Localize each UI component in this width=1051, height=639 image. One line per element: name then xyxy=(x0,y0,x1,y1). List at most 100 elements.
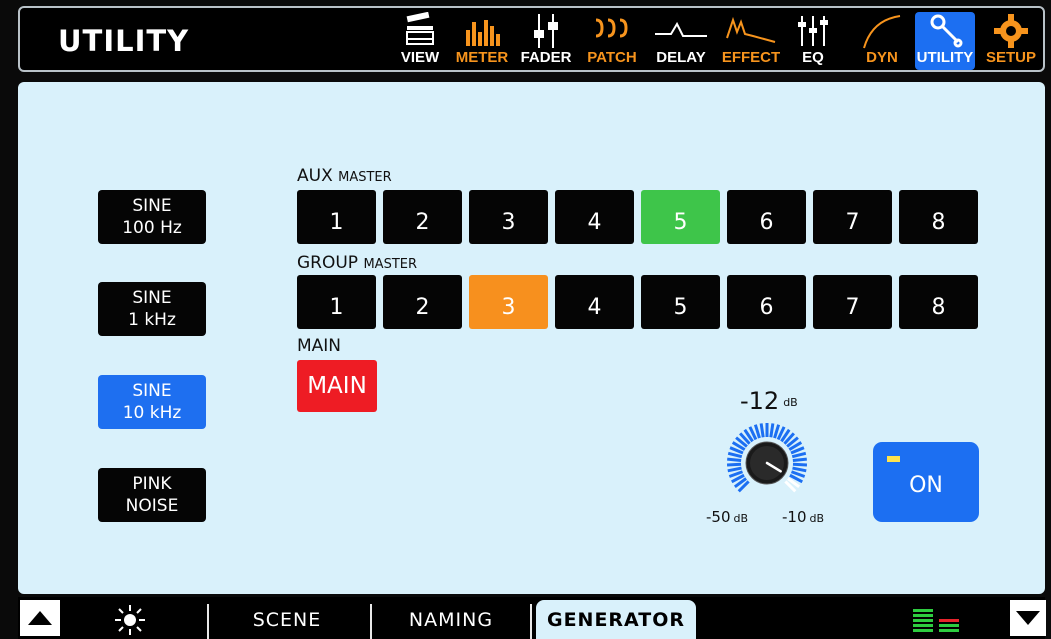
tab-separator xyxy=(370,604,372,639)
nav-eq-label: EQ xyxy=(802,49,824,66)
group-master-label: GROUP MASTER xyxy=(297,253,417,273)
setup-gear-icon xyxy=(994,14,1028,48)
scroll-up-button[interactable] xyxy=(20,600,60,636)
knob-max-value: -10 xyxy=(782,508,807,526)
nav-meter-button[interactable]: METER xyxy=(452,12,512,70)
main-section-label: MAIN xyxy=(297,336,342,356)
level-meter-button[interactable] xyxy=(900,600,970,639)
nav-utility-label: UTILITY xyxy=(916,49,974,66)
knob-min-label: -50 dB xyxy=(706,508,748,526)
aux-bus-4-button[interactable]: 4 xyxy=(555,190,634,244)
tab-naming[interactable]: NAMING xyxy=(376,600,526,639)
aux-bus-5-button[interactable]: 5 xyxy=(641,190,720,244)
nav-delay-button[interactable]: DELAY xyxy=(649,12,713,70)
nav-fader-label: FADER xyxy=(520,49,572,66)
knob-tick xyxy=(792,462,808,467)
sun-icon xyxy=(115,604,145,635)
page-title: UTILITY xyxy=(58,24,190,58)
source-label-line1: PINK xyxy=(132,474,172,494)
nav-delay-label: DELAY xyxy=(656,49,706,66)
aux-sublabel: MASTER xyxy=(338,170,392,185)
knob-tick xyxy=(759,423,765,438)
aux-bus-8-button[interactable]: 8 xyxy=(899,190,978,244)
pink-noise-button[interactable]: PINK NOISE xyxy=(98,468,206,522)
level-knob[interactable] xyxy=(722,418,812,508)
source-label-line2: 100 Hz xyxy=(122,218,182,238)
group-bus-4-button[interactable]: 4 xyxy=(555,275,634,329)
nav-view-label: VIEW xyxy=(400,49,440,66)
main-button[interactable]: MAIN xyxy=(297,360,377,412)
aux-bus-3-button[interactable]: 3 xyxy=(469,190,548,244)
knob-max-label: -10 dB xyxy=(782,508,824,526)
scroll-down-button[interactable] xyxy=(1010,600,1046,636)
nav-view-button[interactable]: VIEW xyxy=(394,12,446,70)
knob-tick xyxy=(791,451,807,459)
eq-icon xyxy=(798,16,828,46)
brightness-button[interactable] xyxy=(95,600,165,639)
source-label-line2: NOISE xyxy=(125,496,179,516)
top-nav-bar: UTILITY VIEW METER FADER PATCH DELAY EFF… xyxy=(18,6,1045,72)
nav-effect-button[interactable]: EFFECT xyxy=(717,12,785,70)
group-bus-2-button[interactable]: 2 xyxy=(383,275,462,329)
nav-setup-button[interactable]: SETUP xyxy=(980,12,1042,70)
tab-separator xyxy=(207,604,209,639)
source-label-line2: 10 kHz xyxy=(122,403,182,423)
knob-tick xyxy=(726,462,742,467)
view-icon xyxy=(406,12,434,45)
level-readout: -12 dB xyxy=(740,387,798,415)
aux-bus-6-button[interactable]: 6 xyxy=(727,190,806,244)
triangle-down-icon xyxy=(1016,611,1040,625)
bus-number: 8 xyxy=(931,210,946,235)
bus-number: 5 xyxy=(673,210,688,235)
generator-panel: SINE 100 Hz SINE 1 kHz SINE 10 kHz PINK … xyxy=(18,82,1045,594)
dyn-icon xyxy=(863,15,901,49)
group-bus-6-button[interactable]: 6 xyxy=(727,275,806,329)
nav-patch-button[interactable]: PATCH xyxy=(581,12,643,70)
knob-tick xyxy=(727,457,742,462)
sine-10khz-button[interactable]: SINE 10 kHz xyxy=(98,375,206,429)
tab-scene[interactable]: SCENE xyxy=(212,600,362,639)
knob-tick xyxy=(773,424,781,439)
nav-dyn-button[interactable]: DYN xyxy=(856,12,908,70)
bus-number: 7 xyxy=(845,210,860,235)
nav-utility-button[interactable]: UTILITY xyxy=(915,12,975,70)
aux-bus-1-button[interactable]: 1 xyxy=(297,190,376,244)
bus-number: 6 xyxy=(759,210,774,235)
nav-meter-label: METER xyxy=(455,49,509,66)
knob-min-unit: dB xyxy=(733,512,749,525)
group-bus-5-button[interactable]: 5 xyxy=(641,275,720,329)
bus-number: 8 xyxy=(931,295,946,320)
aux-bus-7-button[interactable]: 7 xyxy=(813,190,892,244)
group-bus-7-button[interactable]: 7 xyxy=(813,275,892,329)
aux-bus-2-button[interactable]: 2 xyxy=(383,190,462,244)
group-label: GROUP xyxy=(297,253,359,273)
tab-generator[interactable]: GENERATOR xyxy=(536,600,696,639)
group-bus-3-button[interactable]: 3 xyxy=(469,275,548,329)
nav-effect-label: EFFECT xyxy=(721,49,781,66)
nav-dyn-label: DYN xyxy=(866,49,898,66)
delay-icon xyxy=(655,21,707,37)
aux-label: AUX xyxy=(297,166,333,186)
bus-number: 2 xyxy=(415,295,430,320)
sine-100hz-button[interactable]: SINE 100 Hz xyxy=(98,190,206,244)
nav-eq-button[interactable]: EQ xyxy=(790,12,836,70)
bus-number: 4 xyxy=(587,295,602,320)
bus-number: 2 xyxy=(415,210,430,235)
group-bus-8-button[interactable]: 8 xyxy=(899,275,978,329)
nav-patch-label: PATCH xyxy=(587,49,637,66)
generator-on-button[interactable]: ON xyxy=(873,442,979,522)
source-label-line1: SINE xyxy=(132,288,172,308)
fader-icon xyxy=(534,14,558,48)
group-bus-1-button[interactable]: 1 xyxy=(297,275,376,329)
level-unit: dB xyxy=(783,396,798,409)
nav-fader-button[interactable]: FADER xyxy=(517,12,575,70)
knob-tick xyxy=(792,466,807,473)
bus-number: 6 xyxy=(759,295,774,320)
triangle-up-icon xyxy=(28,611,52,625)
bus-number: 3 xyxy=(501,295,516,320)
bus-number: 4 xyxy=(587,210,602,235)
meter-icon xyxy=(466,20,500,46)
patch-icon xyxy=(595,18,628,38)
sine-1khz-button[interactable]: SINE 1 kHz xyxy=(98,282,206,336)
bus-number: 7 xyxy=(845,295,860,320)
